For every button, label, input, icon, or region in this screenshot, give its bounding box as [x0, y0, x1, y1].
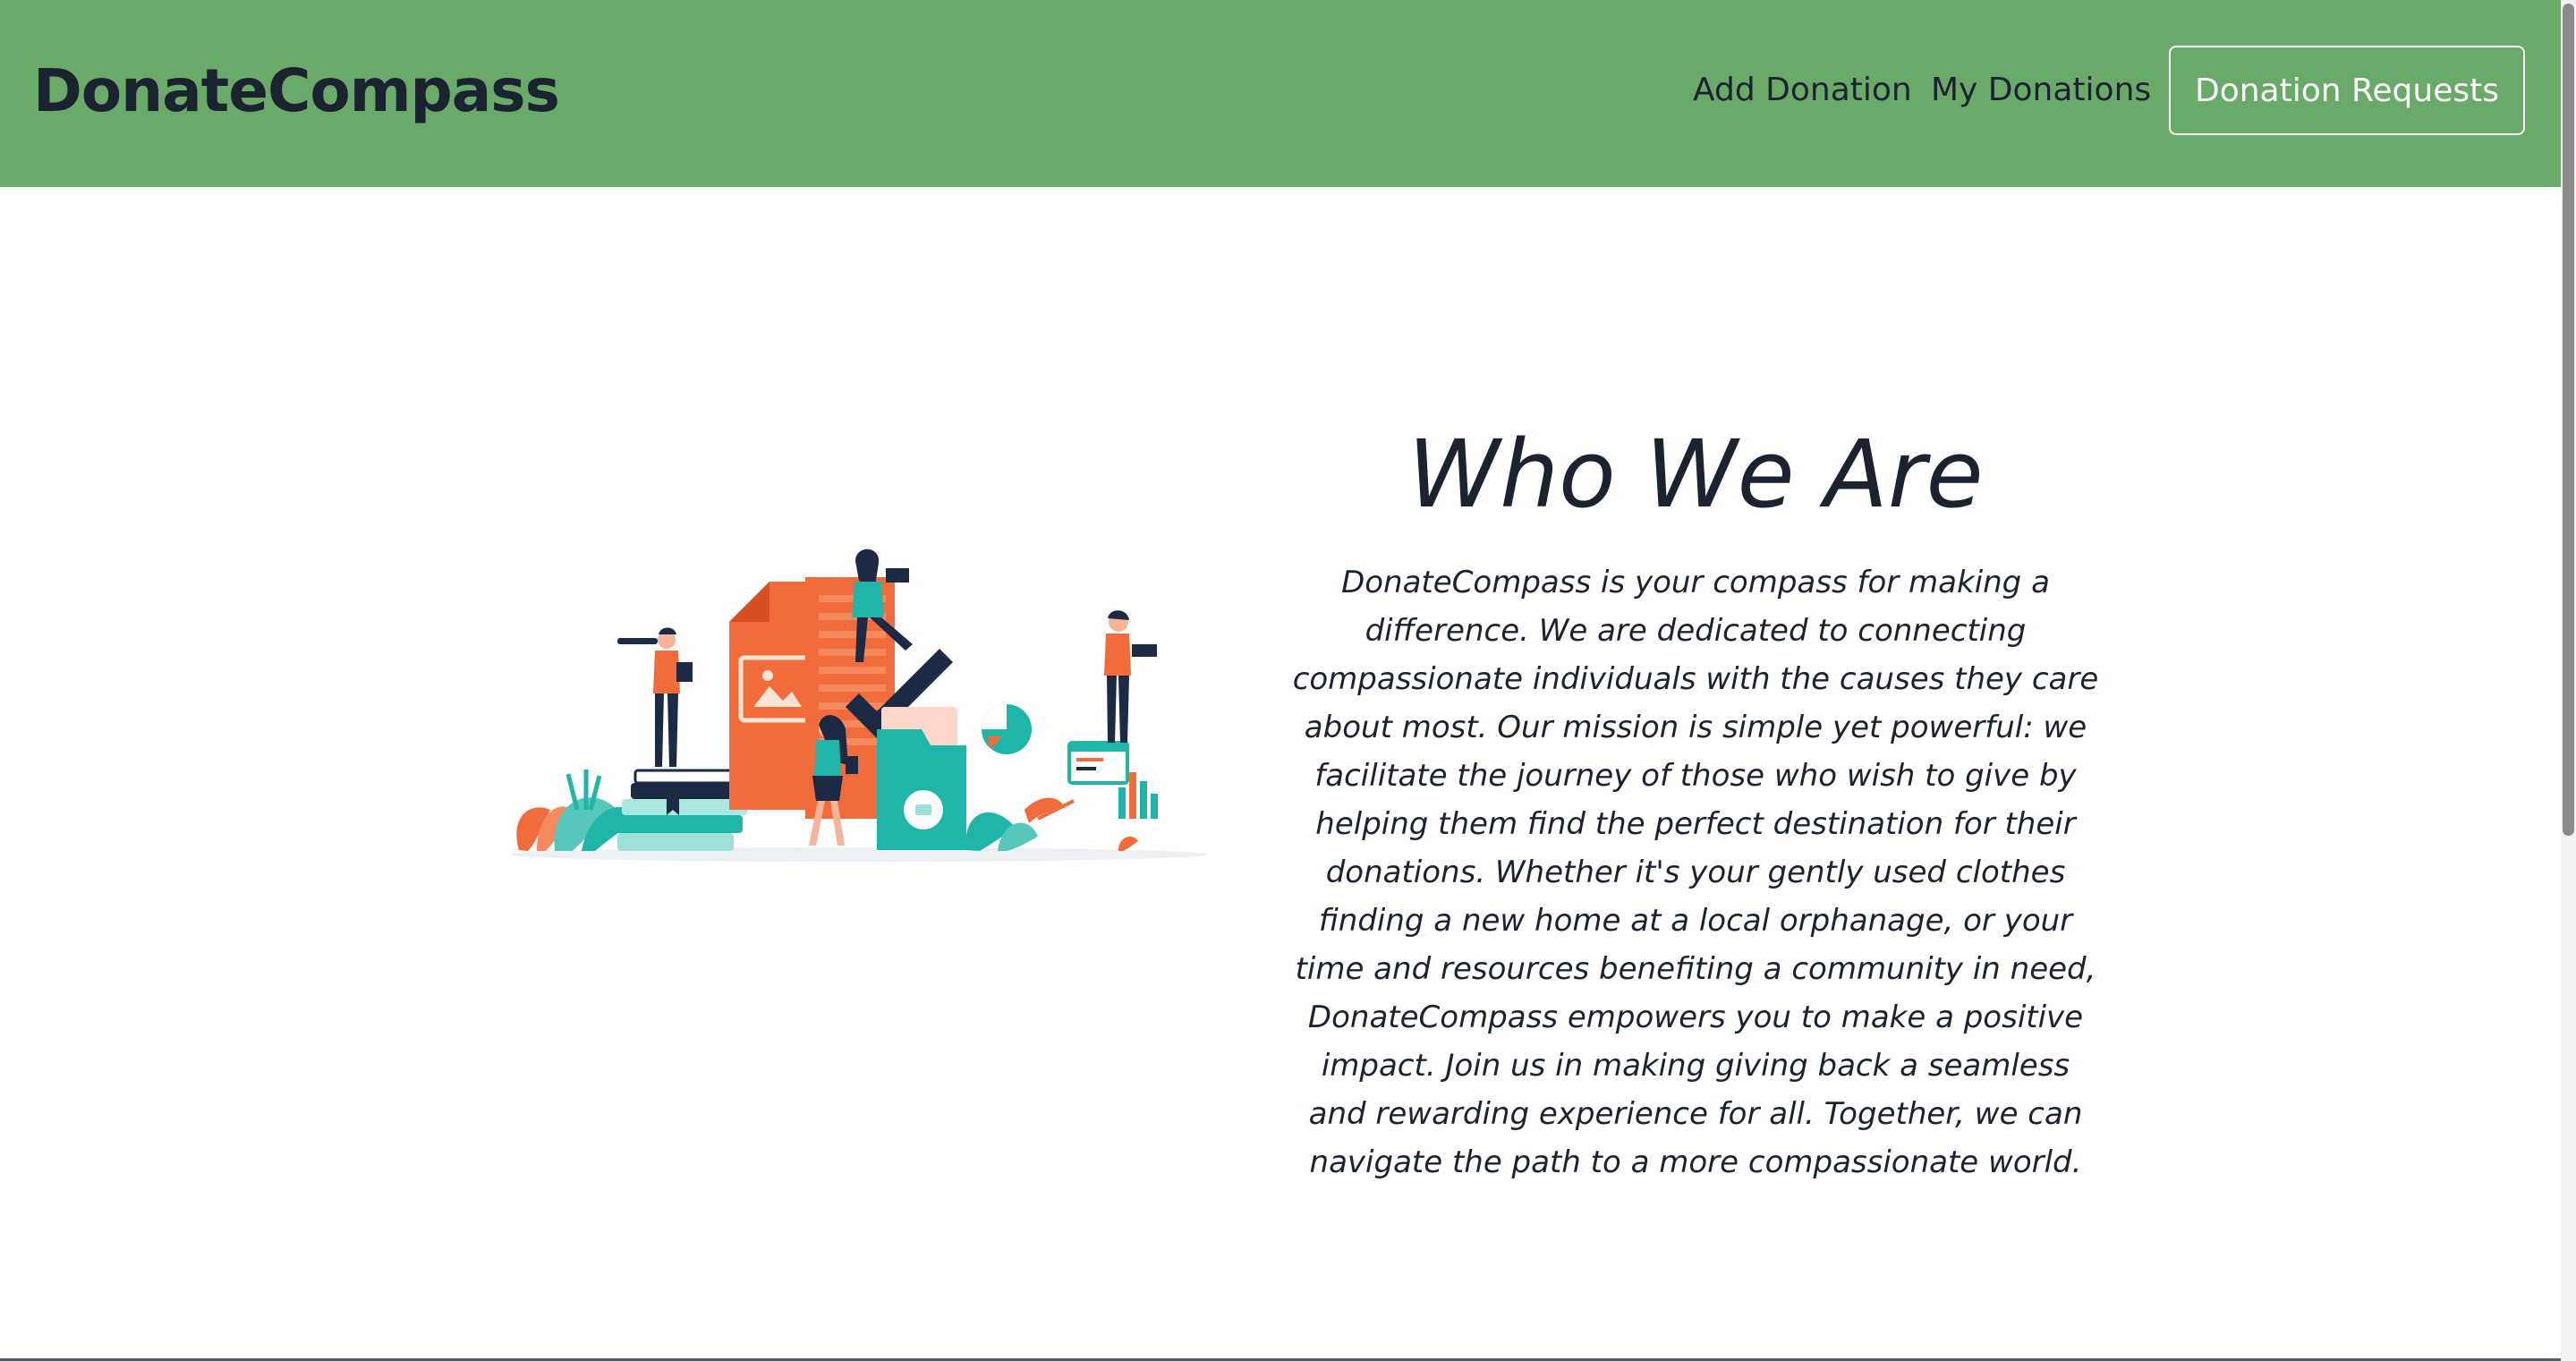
document-icon	[729, 582, 815, 810]
nav-add-donation-link[interactable]: Add Donation	[1693, 70, 1912, 111]
team-documents-illustration	[510, 549, 1208, 862]
about-paragraph: DonateCompass is your compass for making…	[1292, 565, 2099, 1180]
brand-logo[interactable]: DonateCompass	[33, 55, 560, 127]
books-stack-icon	[608, 769, 747, 851]
top-navbar: DonateCompass Add Donation My Donations …	[0, 0, 2561, 187]
pie-chart-icon	[982, 704, 1032, 754]
right-plant-icon	[965, 797, 1075, 851]
person-telescope-icon	[617, 627, 693, 767]
donation-requests-button[interactable]: Donation Requests	[2169, 46, 2525, 135]
ground-shadow	[510, 847, 1208, 862]
folder-icon	[877, 729, 966, 850]
person-laptop-right-icon	[1104, 610, 1157, 743]
page: DonateCompass Add Donation My Donations …	[0, 0, 2576, 1361]
vertical-scrollbar-thumb[interactable]	[2563, 4, 2574, 836]
code-window-icon	[1067, 741, 1129, 785]
page-heading: Who We Are	[1407, 419, 1984, 529]
small-plant-icon	[1118, 836, 1138, 851]
nav-my-donations-link[interactable]: My Donations	[1931, 70, 2151, 111]
